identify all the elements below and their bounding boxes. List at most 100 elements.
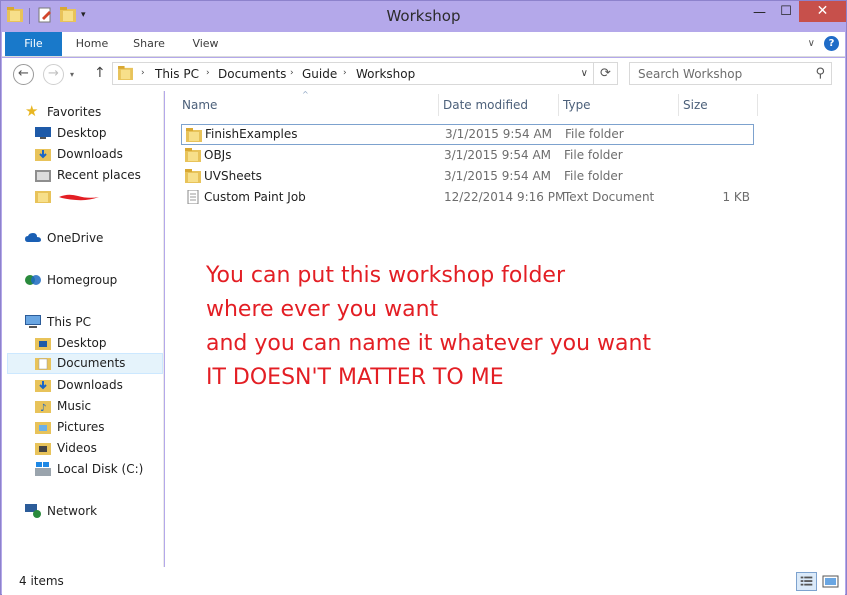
nav-item-downloads[interactable]: Downloads: [35, 375, 155, 396]
desktop-icon: [35, 127, 51, 139]
nav-item-music[interactable]: ♪ Music: [35, 396, 155, 417]
breadcrumb-separator-icon[interactable]: ›: [141, 68, 145, 78]
nav-item-label: Desktop: [57, 336, 107, 350]
breadcrumb-workshop[interactable]: Workshop: [356, 67, 415, 81]
forward-button[interactable]: →: [43, 64, 64, 85]
folder-icon: [118, 66, 133, 80]
nav-item-local-disk[interactable]: Local Disk (C:): [35, 459, 155, 480]
star-icon: ★: [25, 102, 39, 120]
column-divider[interactable]: [558, 94, 559, 116]
music-icon: ♪: [35, 401, 51, 413]
breadcrumb-separator-icon[interactable]: ›: [343, 68, 347, 78]
nav-item-pictures[interactable]: Pictures: [35, 417, 155, 438]
tab-file[interactable]: File: [5, 32, 62, 56]
breadcrumb-documents[interactable]: Documents: [218, 67, 286, 81]
nav-favorites[interactable]: ★ Favorites: [25, 102, 155, 123]
breadcrumb-separator-icon[interactable]: ›: [206, 68, 210, 78]
network-icon: [25, 504, 41, 518]
file-size: 1 KB: [722, 190, 750, 204]
nav-network[interactable]: Network: [25, 501, 155, 522]
downloads-icon: [35, 380, 51, 392]
videos-icon: [35, 443, 51, 455]
file-type: File folder: [564, 169, 623, 183]
column-divider[interactable]: [438, 94, 439, 116]
folder-icon: [185, 169, 201, 183]
item-count: 4 items: [19, 574, 64, 588]
file-name: UVSheets: [204, 169, 262, 183]
downloads-icon: [35, 149, 51, 161]
search-input[interactable]: Search Workshop ⚲: [629, 62, 832, 85]
column-header-label: Size: [683, 98, 708, 112]
file-type: File folder: [565, 127, 624, 141]
refresh-icon[interactable]: ⟳: [593, 63, 617, 84]
nav-item-label: Downloads: [57, 147, 123, 161]
nav-item-label: Documents: [57, 356, 126, 370]
nav-this-pc-label: This PC: [47, 315, 91, 329]
expand-ribbon-chevron-icon[interactable]: ∨: [808, 38, 815, 49]
column-header-type[interactable]: Type: [563, 98, 591, 112]
nav-item-desktop[interactable]: Desktop: [35, 123, 155, 144]
desktop-folder-icon: [35, 338, 51, 350]
recent-locations-dropdown[interactable]: ▾: [70, 70, 74, 79]
breadcrumb-guide[interactable]: Guide: [302, 67, 337, 81]
sort-ascending-icon: ^: [302, 90, 309, 99]
nav-homegroup[interactable]: Homegroup: [25, 270, 155, 291]
close-button[interactable]: ✕: [799, 1, 846, 22]
tab-share[interactable]: Share: [120, 32, 178, 56]
nav-item-label: Pictures: [57, 420, 105, 434]
nav-item-label: Downloads: [57, 378, 123, 392]
table-row[interactable]: Custom Paint Job 12/22/2014 9:16 PM Text…: [181, 187, 754, 208]
nav-item-label: Desktop: [57, 126, 107, 140]
column-divider[interactable]: [757, 94, 758, 116]
help-icon[interactable]: ?: [824, 36, 839, 51]
file-date-modified: 3/1/2015 9:54 AM: [445, 127, 553, 141]
table-row[interactable]: OBJs 3/1/2015 9:54 AM File folder: [181, 145, 754, 166]
up-button[interactable]: ↑: [94, 65, 106, 81]
folder-icon: [186, 128, 202, 142]
column-header-label: Name: [182, 98, 218, 112]
tab-view[interactable]: View: [178, 32, 233, 56]
nav-this-pc[interactable]: This PC: [25, 312, 155, 333]
nav-item-recent-places[interactable]: Recent places: [35, 165, 155, 186]
nav-item-downloads[interactable]: Downloads: [35, 144, 155, 165]
folder-icon: [35, 191, 51, 203]
file-date-modified: 3/1/2015 9:54 AM: [444, 169, 552, 183]
address-history-dropdown[interactable]: ∨: [581, 68, 588, 79]
file-name: Custom Paint Job: [204, 190, 306, 204]
window-title: Workshop: [386, 7, 461, 25]
address-bar[interactable]: › This PC › Documents › Guide › Workshop…: [112, 62, 618, 85]
table-row[interactable]: UVSheets 3/1/2015 9:54 AM File folder: [181, 166, 754, 187]
breadcrumb-this-pc[interactable]: This PC: [155, 67, 199, 81]
minimize-button[interactable]: —: [746, 1, 773, 22]
column-header-date-modified[interactable]: Date modified: [443, 98, 528, 112]
column-header-name[interactable]: Name: [182, 98, 217, 112]
breadcrumb-separator-icon[interactable]: ›: [290, 68, 294, 78]
tab-home[interactable]: Home: [64, 32, 120, 56]
table-row[interactable]: FinishExamples 3/1/2015 9:54 AM File fol…: [181, 124, 754, 145]
search-placeholder: Search Workshop: [638, 67, 743, 81]
column-header-size[interactable]: Size: [683, 98, 708, 112]
local-disk-icon: [35, 462, 51, 476]
back-button[interactable]: ←: [13, 64, 34, 85]
annotation-line: where ever you want: [206, 297, 439, 322]
homegroup-icon: [25, 275, 41, 285]
nav-onedrive[interactable]: OneDrive: [25, 228, 155, 249]
file-type: Text Document: [564, 190, 655, 204]
file-name: FinishExamples: [205, 127, 298, 141]
nav-item-documents[interactable]: Documents: [7, 353, 163, 374]
red-annotation-text: You can put this workshop folder where e…: [206, 259, 826, 395]
status-bar: 4 items: [2, 567, 845, 595]
nav-item-videos[interactable]: Videos: [35, 438, 155, 459]
file-date-modified: 12/22/2014 9:16 PM: [444, 190, 566, 204]
pictures-icon: [35, 422, 51, 434]
nav-network-label: Network: [47, 504, 98, 518]
details-view-icon[interactable]: [796, 572, 817, 591]
search-icon[interactable]: ⚲: [815, 66, 825, 81]
redaction-scribble: [59, 194, 99, 201]
nav-item-label: Music: [57, 399, 92, 413]
maximize-button[interactable]: ☐: [773, 1, 799, 22]
large-icons-view-icon[interactable]: [820, 572, 841, 591]
nav-item-desktop[interactable]: Desktop: [35, 333, 155, 354]
column-divider[interactable]: [678, 94, 679, 116]
title-bar: ▾ Workshop — ☐ ✕: [1, 1, 846, 32]
